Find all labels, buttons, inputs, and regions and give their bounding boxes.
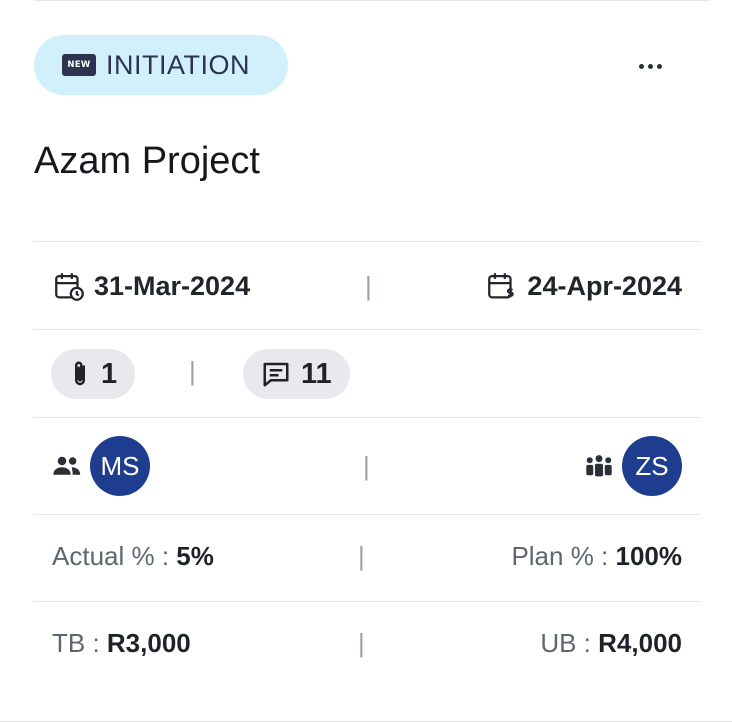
divider bbox=[34, 241, 700, 242]
start-date: 31-Mar-2024 bbox=[52, 269, 250, 303]
tb-label: TB : bbox=[52, 627, 100, 658]
comments-count: 11 bbox=[301, 357, 332, 390]
separator: | bbox=[189, 356, 196, 386]
actual-progress: Actual % : 5% bbox=[52, 541, 214, 572]
total-budget: TB : R3,000 bbox=[52, 628, 191, 659]
project-title: Azam Project bbox=[34, 140, 260, 182]
divider bbox=[34, 417, 700, 418]
tb-value: R3,000 bbox=[106, 627, 191, 658]
more-options-button[interactable] bbox=[628, 46, 672, 86]
more-dot bbox=[647, 63, 653, 69]
more-dot bbox=[638, 63, 644, 69]
plan-value: 100% bbox=[615, 540, 683, 571]
actual-value: 5% bbox=[176, 540, 214, 571]
new-icon: NEW bbox=[62, 54, 96, 76]
team-icon bbox=[586, 455, 612, 477]
comments-chip[interactable]: 11 bbox=[243, 349, 350, 399]
paperclip-icon bbox=[75, 361, 85, 386]
bottom-border bbox=[0, 721, 732, 722]
separator: | bbox=[363, 450, 370, 481]
plan-label: Plan % : bbox=[511, 540, 609, 571]
actual-label: Actual % : bbox=[52, 540, 170, 571]
separator: | bbox=[358, 627, 365, 658]
users-icon bbox=[53, 456, 81, 475]
stage-badge[interactable]: NEW INITIATION bbox=[34, 35, 288, 95]
calendar-clock-icon bbox=[55, 273, 84, 301]
start-date-text: 31-Mar-2024 bbox=[94, 270, 251, 301]
calendar-dollar-icon bbox=[488, 273, 515, 299]
separator: | bbox=[358, 540, 365, 571]
end-date: 24-Apr-2024 bbox=[485, 269, 682, 303]
ub-label: UB : bbox=[540, 627, 591, 658]
owner-group: MS bbox=[52, 436, 150, 496]
divider bbox=[34, 329, 700, 330]
plan-progress: Plan % : 100% bbox=[511, 541, 682, 572]
attachments-count: 1 bbox=[101, 357, 118, 390]
used-budget: UB : R4,000 bbox=[540, 628, 682, 659]
team-group: ZS bbox=[584, 436, 682, 496]
stage-label: INITIATION bbox=[106, 49, 250, 80]
separator: | bbox=[365, 270, 372, 301]
more-dot bbox=[656, 63, 662, 69]
dates-row: 31-Mar-2024 | 24-Apr-2024 bbox=[52, 264, 682, 308]
comment-icon bbox=[263, 362, 289, 387]
budget-row: TB : R3,000 | UB : R4,000 bbox=[52, 623, 682, 663]
ub-value: R4,000 bbox=[598, 627, 682, 658]
divider bbox=[34, 514, 700, 515]
avatar[interactable]: MS bbox=[90, 436, 150, 496]
top-border bbox=[34, 0, 710, 1]
divider bbox=[34, 601, 700, 602]
progress-row: Actual % : 5% | Plan % : 100% bbox=[52, 536, 682, 576]
avatar[interactable]: ZS bbox=[622, 436, 682, 496]
end-date-text: 24-Apr-2024 bbox=[527, 270, 682, 301]
people-row: MS | ZS bbox=[52, 436, 682, 496]
attachments-chip[interactable]: 1 bbox=[51, 349, 136, 399]
